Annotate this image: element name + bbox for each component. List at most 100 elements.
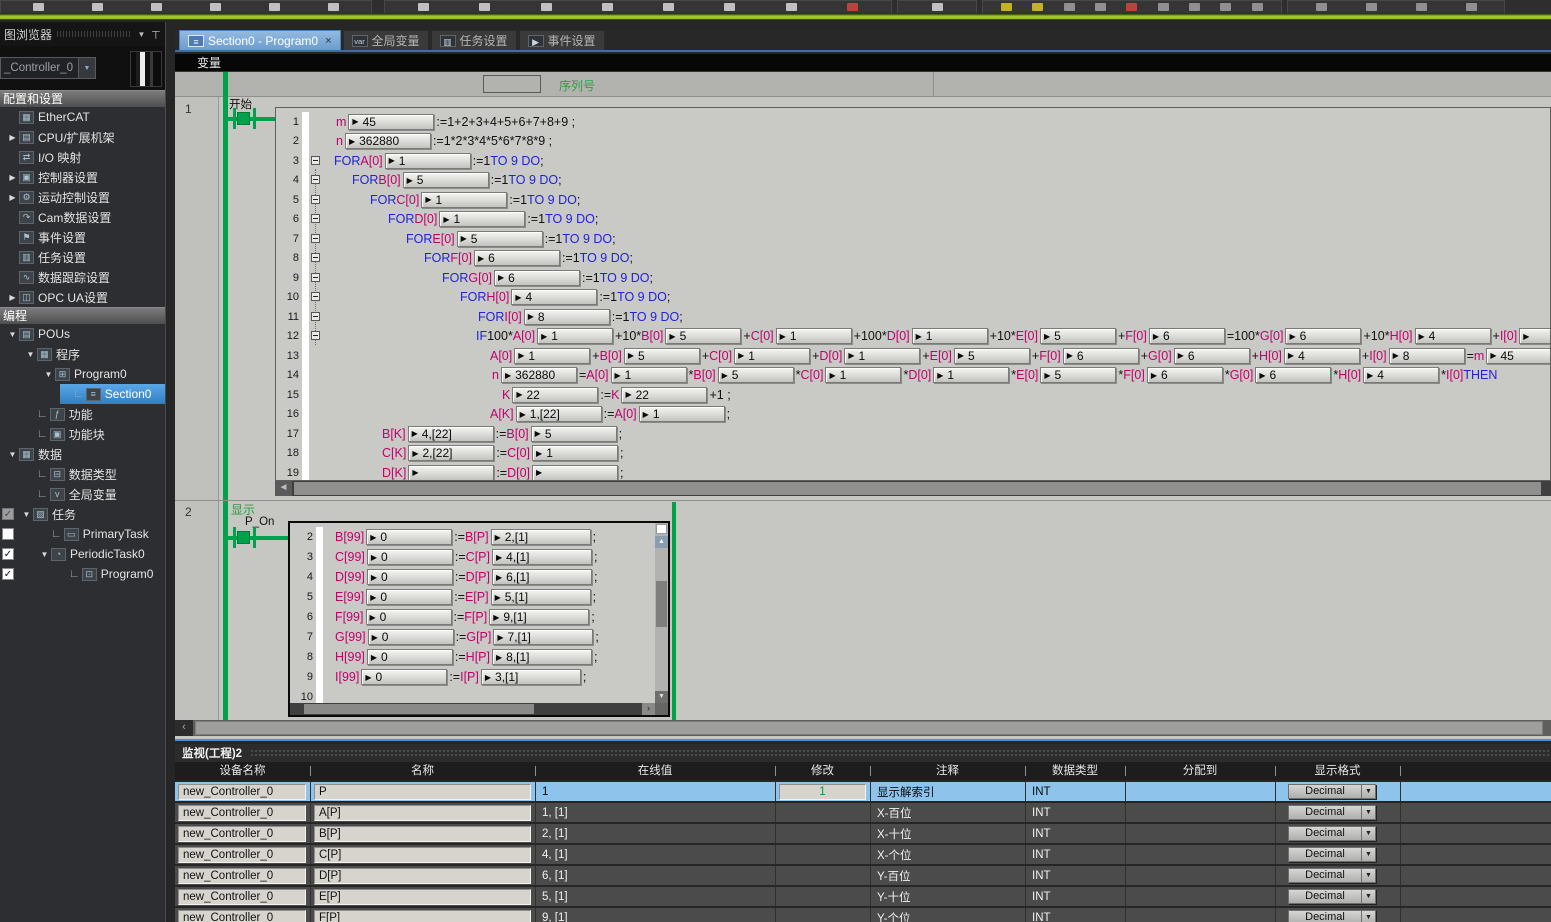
inline-st-box-2[interactable]: 2B[99] ▶0:=B[P] ▶2,[1] ;3C[99] ▶0:=C[P] …: [288, 521, 670, 717]
display-format-dropdown[interactable]: Decimal▼: [1288, 889, 1376, 904]
toolbar-icon[interactable]: [541, 3, 552, 11]
toolbar-icon[interactable]: [269, 3, 280, 11]
contact-icon[interactable]: [253, 108, 256, 129]
value-box[interactable]: ▶1: [439, 211, 525, 227]
watch-row[interactable]: new_Controller_0P11显示解索引INTDecimal▼: [175, 782, 1551, 801]
value-box[interactable]: ▶1: [639, 406, 725, 422]
fold-collapse-icon[interactable]: [311, 253, 320, 262]
expand-arrow-icon[interactable]: ▼: [6, 450, 19, 459]
sidebar-item-任务设置[interactable]: ▥任务设置: [0, 247, 165, 267]
fold-collapse-icon[interactable]: [311, 156, 320, 165]
value-box[interactable]: ▶1: [514, 348, 590, 364]
expand-arrow-icon[interactable]: ▼: [24, 350, 37, 359]
toolbar-icon[interactable]: [33, 3, 44, 11]
value-box[interactable]: ▶6: [1149, 328, 1225, 344]
toolbar-icon[interactable]: [1466, 3, 1477, 11]
value-box[interactable]: ▶362880: [345, 133, 431, 149]
value-box[interactable]: ▶1: [912, 328, 988, 344]
toolbar-icon[interactable]: [847, 3, 858, 11]
value-box[interactable]: ▶6: [1174, 348, 1250, 364]
toolbar-icon[interactable]: [602, 3, 613, 11]
contact-icon[interactable]: [233, 108, 236, 129]
sidebar-item-program0[interactable]: ✓∟⊡Program0: [0, 564, 165, 584]
toolbar-icon[interactable]: [1252, 3, 1263, 11]
sidebar-item-primarytask[interactable]: ∟▭PrimaryTask: [0, 524, 165, 544]
value-box[interactable]: ▶6: [1147, 367, 1223, 383]
toolbar-icon[interactable]: [1032, 3, 1043, 11]
watch-row[interactable]: new_Controller_0B[P]2, [1]X-十位INTDecimal…: [175, 824, 1551, 843]
device-name-cell[interactable]: new_Controller_0: [178, 910, 306, 922]
value-box[interactable]: ▶45: [1486, 348, 1550, 364]
st-box1-hscrollbar[interactable]: ◄: [275, 481, 1551, 496]
device-name-cell[interactable]: new_Controller_0: [178, 889, 306, 905]
chevron-down-icon[interactable]: ▼: [1361, 785, 1375, 798]
contact-icon[interactable]: [237, 531, 250, 544]
expand-arrow-icon[interactable]: ▼: [42, 370, 55, 379]
toolbar-icon[interactable]: [1416, 3, 1427, 11]
expand-arrow-icon[interactable]: ▼: [6, 330, 19, 339]
toolbar-icon[interactable]: [1001, 3, 1012, 11]
toolbar-icon[interactable]: [1064, 3, 1075, 11]
value-box[interactable]: ▶6: [474, 250, 560, 266]
controller-select[interactable]: _Controller_0 ▼: [0, 57, 96, 79]
pin-icon[interactable]: ⊥: [151, 28, 161, 41]
value-box[interactable]: ▶: [532, 465, 618, 481]
fold-collapse-icon[interactable]: [311, 234, 320, 243]
modify-value-cell[interactable]: 1: [779, 784, 866, 800]
watch-row[interactable]: new_Controller_0F[P]9, [1]Y-个位INTDecimal…: [175, 908, 1551, 922]
toolbar-icon[interactable]: [1366, 3, 1377, 11]
tab-section0-program0[interactable]: ≡Section0 - Program0×: [179, 30, 341, 50]
close-icon[interactable]: ×: [325, 35, 331, 47]
chevron-down-icon[interactable]: ▼: [1361, 806, 1375, 819]
toolbar-icon[interactable]: [151, 3, 162, 11]
sidebar-item-pous[interactable]: ▼▤POUs: [0, 324, 165, 344]
watch-title-bar[interactable]: 监视(工程)2: [175, 744, 1551, 762]
chevron-down-icon[interactable]: ▼: [1361, 869, 1375, 882]
value-box[interactable]: ▶6: [494, 270, 580, 286]
toolbar-icon[interactable]: [786, 3, 797, 11]
toolbar-icon[interactable]: [1220, 3, 1231, 11]
value-box[interactable]: ▶5: [624, 348, 700, 364]
value-box[interactable]: ▶6,[1]: [492, 569, 592, 585]
sidebar-item-cpu-扩展机架[interactable]: ▶▤CPU/扩展机架: [0, 127, 165, 147]
sidebar-item-全局变量[interactable]: ∟v全局变量: [0, 484, 165, 504]
value-box[interactable]: ▶1: [421, 192, 507, 208]
inline-st-box-1[interactable]: 1m ▶45:=1+2+3+4+5+6+7+8+9 ;2n ▶362880:=1…: [275, 107, 1551, 481]
display-format-dropdown[interactable]: Decimal▼: [1288, 847, 1376, 862]
expand-arrow-icon[interactable]: ▶: [6, 133, 19, 142]
value-box[interactable]: ▶0: [367, 549, 453, 565]
variable-name-cell[interactable]: D[P]: [314, 868, 531, 884]
toolbar-icon[interactable]: [663, 3, 674, 11]
value-box[interactable]: ▶2,[1]: [491, 529, 591, 545]
value-box[interactable]: ▶: [408, 465, 494, 481]
watch-row[interactable]: new_Controller_0E[P]5, [1]Y-十位INTDecimal…: [175, 887, 1551, 906]
value-box[interactable]: ▶2,[22]: [408, 445, 494, 461]
scroll-thumb[interactable]: [656, 581, 667, 627]
display-format-dropdown[interactable]: Decimal▼: [1288, 784, 1376, 799]
value-box[interactable]: ▶22: [512, 387, 598, 403]
toolbar-icon[interactable]: [932, 3, 943, 11]
value-box[interactable]: ▶1: [734, 348, 810, 364]
tab-事件设置[interactable]: ▶事件设置: [519, 30, 605, 50]
sidebar-item-数据[interactable]: ▼▦数据: [0, 444, 165, 464]
value-box[interactable]: ▶0: [366, 609, 452, 625]
scroll-thumb[interactable]: [195, 721, 1543, 735]
expand-arrow-icon[interactable]: ▼: [38, 550, 51, 559]
sidebar-item-功能[interactable]: ∟ƒ功能: [0, 404, 165, 424]
sidebar-item-控制器设置[interactable]: ▶▣控制器设置: [0, 167, 165, 187]
scroll-left-icon[interactable]: ◄: [275, 481, 292, 496]
value-box[interactable]: ▶362880: [501, 367, 577, 383]
value-box[interactable]: ▶4,[1]: [492, 549, 592, 565]
display-format-dropdown[interactable]: Decimal▼: [1288, 826, 1376, 841]
variable-bar[interactable]: 变量: [175, 54, 1551, 72]
tab-任务设置[interactable]: ▥任务设置: [431, 30, 517, 50]
toolbar-icon[interactable]: [1316, 3, 1327, 11]
contact-icon[interactable]: [233, 527, 236, 548]
display-format-dropdown[interactable]: Decimal▼: [1288, 805, 1376, 820]
chevron-down-icon[interactable]: ▼: [1361, 911, 1375, 922]
toolbar-icon[interactable]: [1158, 3, 1169, 11]
scroll-down-icon[interactable]: ▼: [655, 691, 668, 703]
variable-name-cell[interactable]: A[P]: [314, 805, 531, 821]
expand-arrow-icon[interactable]: ▶: [6, 193, 19, 202]
value-box[interactable]: ▶5: [665, 328, 741, 344]
